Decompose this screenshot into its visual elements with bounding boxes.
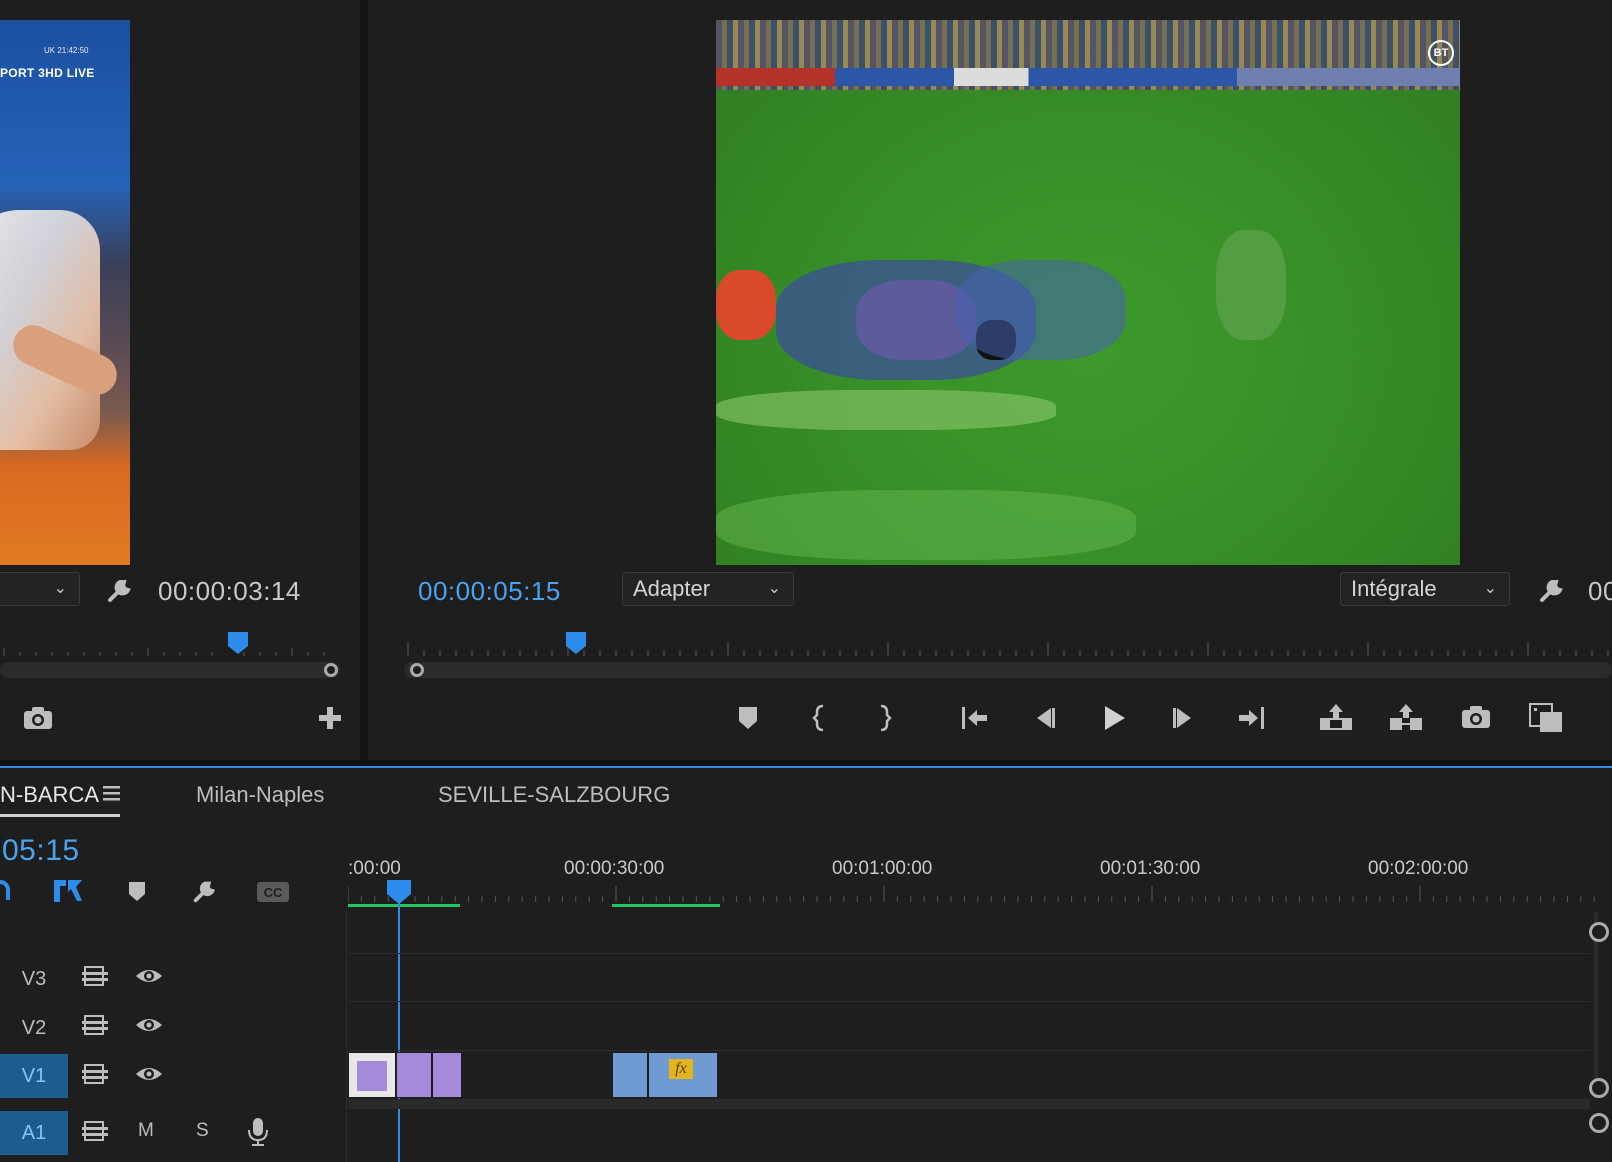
source-monitor-panel: UK 21:42:50 PORT 3HD LIVE ⌄ 00:00:03:14 xyxy=(0,0,360,760)
track-header-v2: V2 xyxy=(0,1004,345,1053)
camera-icon[interactable] xyxy=(22,704,54,732)
program-quality-dropdown[interactable]: Intégrale ⌄ xyxy=(1340,572,1510,606)
tab-seville-salzbourg[interactable]: SEVILLE-SALZBOURG xyxy=(438,782,670,808)
program-time-ruler[interactable] xyxy=(404,628,1612,658)
sync-lock-icon[interactable] xyxy=(82,1120,108,1142)
sync-lock-icon[interactable] xyxy=(82,965,108,987)
ruler-label-30s: 00:00:30:00 xyxy=(564,858,665,879)
ruler-label-1m30: 00:01:30:00 xyxy=(1100,858,1201,879)
snap-icon[interactable] xyxy=(0,876,14,904)
ruler-label-1m: 00:01:00:00 xyxy=(832,858,933,879)
sync-lock-icon[interactable] xyxy=(82,1014,108,1036)
track-header-a1: A1 M S xyxy=(0,1110,345,1159)
source-time-ruler[interactable] xyxy=(0,628,345,658)
fx-badge: fx xyxy=(669,1059,693,1079)
sync-lock-icon[interactable] xyxy=(82,1063,108,1085)
source-overlay-text: PORT 3HD LIVE xyxy=(0,66,95,80)
track-header-divider xyxy=(346,910,347,1162)
source-playhead xyxy=(228,632,248,654)
vertical-scroll-handle-top[interactable] xyxy=(1589,922,1609,942)
mute-button[interactable]: M xyxy=(138,1120,158,1144)
linked-selection-icon[interactable] xyxy=(52,876,84,906)
step-forward-icon[interactable] xyxy=(1163,698,1203,738)
clip-blue[interactable] xyxy=(612,1052,648,1098)
mark-out-icon[interactable] xyxy=(863,698,903,738)
eye-icon[interactable] xyxy=(134,1063,164,1085)
marker-icon[interactable] xyxy=(728,698,768,738)
playhead-line xyxy=(398,900,400,1162)
solo-button[interactable]: S xyxy=(196,1120,216,1144)
chevron-down-icon: ⌄ xyxy=(53,580,67,597)
program-zoom-value: Adapter xyxy=(633,576,711,601)
source-zoom-dropdown[interactable]: ⌄ xyxy=(0,572,80,606)
tab-n-barca[interactable]: N-BARCA xyxy=(0,782,99,808)
track-divider xyxy=(348,1050,1590,1051)
clip-selected[interactable] xyxy=(348,1052,396,1098)
broadcaster-logo: BT xyxy=(1428,40,1454,66)
step-back-icon[interactable] xyxy=(1025,698,1065,738)
go-to-in-icon[interactable] xyxy=(955,698,995,738)
active-tab-underline xyxy=(0,814,120,817)
source-overlay-small-text: UK 21:42:50 xyxy=(44,46,89,55)
timeline-ruler-ticks xyxy=(348,886,1595,907)
wrench-icon[interactable] xyxy=(1536,574,1568,606)
track-label-v3[interactable]: V3 xyxy=(0,957,68,1001)
source-timecode[interactable]: 00:00:03:14 xyxy=(158,576,301,607)
microphone-icon[interactable] xyxy=(246,1116,270,1148)
ruler-label-2m: 00:02:00:00 xyxy=(1368,858,1469,879)
timeline-settings-wrench-icon[interactable] xyxy=(190,876,220,906)
program-video-frame: BT xyxy=(716,20,1460,565)
add-marker-icon[interactable] xyxy=(126,880,148,902)
tab-menu-icon[interactable] xyxy=(102,784,122,802)
source-zoom-scrollbar[interactable] xyxy=(0,662,340,678)
program-zoom-dropdown[interactable]: Adapter ⌄ xyxy=(622,572,794,606)
program-scroll-handle[interactable] xyxy=(410,663,424,677)
eye-icon[interactable] xyxy=(134,1014,164,1036)
track-header-v1: V1 xyxy=(0,1053,345,1102)
clip-blue-with-effect[interactable]: fx xyxy=(648,1052,718,1098)
track-label-v2[interactable]: V2 xyxy=(0,1006,68,1050)
play-icon[interactable] xyxy=(1093,698,1133,738)
program-playhead xyxy=(566,632,586,654)
wrench-icon[interactable] xyxy=(104,574,136,606)
chevron-down-icon: ⌄ xyxy=(1483,580,1497,597)
mark-in-icon[interactable] xyxy=(801,698,841,738)
timeline-timecode[interactable]: 05:15 xyxy=(2,834,80,868)
clip-purple[interactable] xyxy=(396,1052,432,1098)
track-label-a1[interactable]: A1 xyxy=(0,1111,68,1155)
program-zoom-scrollbar[interactable] xyxy=(404,662,1612,678)
svg-text:CC: CC xyxy=(264,885,283,900)
export-frame-icon[interactable] xyxy=(1456,698,1496,738)
program-ruler-ticks xyxy=(407,632,1609,656)
go-to-out-icon[interactable] xyxy=(1231,698,1271,738)
source-video-frame: UK 21:42:50 PORT 3HD LIVE xyxy=(0,20,130,565)
comparison-view-icon[interactable] xyxy=(1526,698,1566,738)
tab-milan-naples[interactable]: Milan-Naples xyxy=(196,782,324,808)
program-timecode[interactable]: 00:00:05:15 xyxy=(418,576,561,607)
lift-icon[interactable] xyxy=(1316,698,1356,738)
ruler-label-0: :00:00 xyxy=(348,858,401,879)
source-ruler-ticks xyxy=(3,632,325,656)
panel-separator[interactable] xyxy=(0,760,1612,768)
track-label-v1[interactable]: V1 xyxy=(0,1054,68,1098)
source-scroll-handle[interactable] xyxy=(324,663,338,677)
clip-purple[interactable] xyxy=(432,1052,462,1098)
panel-divider[interactable] xyxy=(360,0,368,760)
captions-icon[interactable]: CC xyxy=(256,880,290,904)
track-divider xyxy=(348,1001,1590,1002)
eye-icon[interactable] xyxy=(134,965,164,987)
track-header-v3: V3 xyxy=(0,955,345,1004)
timeline-time-ruler[interactable]: :00:00 00:00:30:00 00:01:00:00 00:01:30:… xyxy=(348,858,1598,908)
in-out-range-2 xyxy=(612,904,720,907)
audio-scroll-handle[interactable] xyxy=(1589,1113,1609,1133)
chevron-down-icon: ⌄ xyxy=(767,580,781,597)
video-audio-divider[interactable] xyxy=(348,1099,1590,1109)
extract-icon[interactable] xyxy=(1386,698,1426,738)
program-quality-value: Intégrale xyxy=(1351,576,1437,601)
add-icon[interactable] xyxy=(316,704,344,732)
track-divider xyxy=(348,953,1590,954)
program-duration-timecode: 00 xyxy=(1588,576,1612,606)
vertical-scroll-handle-bottom[interactable] xyxy=(1589,1078,1609,1098)
